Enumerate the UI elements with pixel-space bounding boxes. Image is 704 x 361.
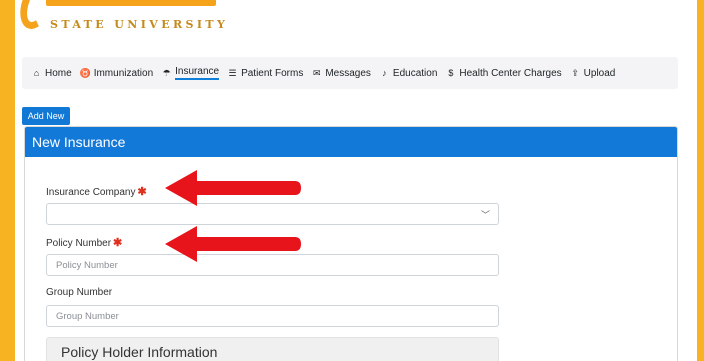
insurance-company-label: Insurance Company ✱: [46, 185, 147, 198]
stethoscope-icon: ♉: [79, 67, 91, 78]
envelope-icon: ✉: [313, 67, 321, 78]
group-number-input[interactable]: [46, 305, 499, 327]
main-nav: ⌂ Home ♉ Immunization ☂ Insurance ☰ Pati…: [22, 57, 678, 89]
nav-item-label: Upload: [583, 67, 616, 79]
umbrella-icon: ☂: [162, 67, 171, 78]
nav-item-label: Patient Forms: [241, 67, 304, 79]
bell-icon: ♪: [382, 68, 387, 78]
home-icon: ⌂: [33, 68, 40, 78]
nav-item-patient-forms[interactable]: ☰ Patient Forms: [227, 57, 304, 89]
required-asterisk-icon: ✱: [137, 186, 147, 198]
nav-item-home[interactable]: ⌂ Home: [31, 57, 72, 89]
card-title: New Insurance: [25, 127, 677, 157]
nav-item-upload[interactable]: ⇪ Upload: [570, 57, 616, 89]
nav-item-education[interactable]: ♪ Education: [379, 57, 437, 89]
dollar-icon: $: [448, 68, 454, 78]
nav-item-label: Messages: [325, 67, 371, 79]
required-asterisk-icon: ✱: [113, 237, 123, 249]
nav-item-label: Insurance: [175, 66, 220, 80]
nav-item-label: Education: [392, 67, 438, 79]
upload-icon: ⇪: [571, 67, 579, 78]
chevron-down-icon: ﹀: [480, 209, 490, 220]
policy-number-label-text: Policy Number: [46, 238, 112, 249]
nav-item-label: Health Center Charges: [459, 67, 562, 79]
red-arrow-icon: [165, 170, 301, 206]
list-icon: ☰: [228, 67, 237, 78]
group-number-label: Group Number: [46, 287, 113, 298]
nav-item-label: Home: [45, 67, 72, 79]
page: STATE UNIVERSITY ⌂ Home ♉ Immunization ☂…: [15, 0, 697, 361]
insurance-company-label-text: Insurance Company: [46, 187, 136, 198]
logo-text: STATE UNIVERSITY: [50, 18, 229, 31]
university-logo[interactable]: STATE UNIVERSITY: [15, 0, 258, 36]
add-new-button[interactable]: Add New: [22, 107, 70, 125]
policy-holder-section-title: Policy Holder Information: [46, 337, 499, 361]
logo-top-bar: [46, 0, 216, 6]
nav-item-insurance[interactable]: ☂ Insurance: [161, 57, 220, 89]
nav-item-immunization[interactable]: ♉ Immunization: [80, 57, 153, 89]
nav-item-messages[interactable]: ✉ Messages: [311, 57, 371, 89]
red-arrow-icon: [165, 226, 301, 262]
nav-item-health-center-charges[interactable]: $ Health Center Charges: [445, 57, 561, 89]
nav-item-label: Immunization: [93, 67, 154, 79]
policy-number-label: Policy Number ✱: [46, 236, 122, 249]
